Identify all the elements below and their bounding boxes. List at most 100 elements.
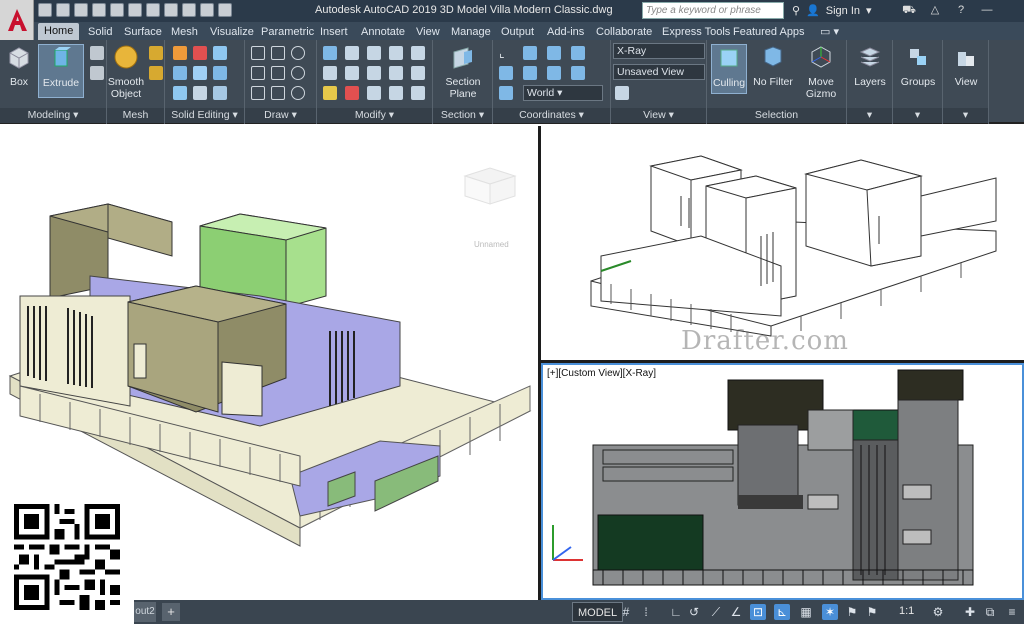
polysolid-icon[interactable]: [90, 46, 104, 60]
copy-icon[interactable]: [389, 46, 403, 60]
layers-panel-expander[interactable]: ▾: [847, 108, 892, 123]
thicken-icon[interactable]: [193, 66, 207, 80]
view-big-panel-expander[interactable]: ▾: [943, 108, 988, 123]
mirror-icon[interactable]: [389, 66, 403, 80]
tab-view[interactable]: View: [416, 24, 440, 40]
polygon-icon[interactable]: [251, 86, 265, 100]
minimize-icon[interactable]: —: [978, 2, 996, 18]
polyline-icon[interactable]: [271, 46, 285, 60]
chevron-down-icon[interactable]: ▾: [866, 4, 872, 17]
named-view-select[interactable]: Unsaved View: [613, 64, 705, 80]
print-icon[interactable]: [200, 3, 214, 17]
customization-icon[interactable]: ≡: [1004, 604, 1020, 620]
save-icon[interactable]: [74, 3, 88, 17]
object-snap-tracking-icon[interactable]: ∠: [728, 604, 744, 620]
modeling-panel-title[interactable]: Modeling ▾: [0, 108, 106, 123]
line-icon[interactable]: [251, 46, 265, 60]
slice-icon[interactable]: [173, 66, 187, 80]
separate-icon[interactable]: [193, 86, 207, 100]
cart-icon[interactable]: ⛟: [900, 2, 918, 18]
no-filter-button[interactable]: No Filter: [753, 44, 793, 88]
3d-align-icon[interactable]: [323, 66, 337, 80]
web-open-icon[interactable]: [110, 3, 124, 17]
snap-mode-icon[interactable]: ⁞: [638, 604, 654, 620]
ucs-object-icon[interactable]: [523, 66, 537, 80]
isodraft-icon[interactable]: ⟋: [708, 604, 724, 620]
ucs-3point-icon[interactable]: [499, 86, 513, 100]
ellipse-icon[interactable]: [291, 86, 305, 100]
tab-solid[interactable]: Solid: [88, 24, 112, 40]
redo-icon[interactable]: [182, 3, 196, 17]
fillet-edge-icon[interactable]: [213, 86, 227, 100]
rotate-icon[interactable]: [367, 66, 381, 80]
tab-mesh[interactable]: Mesh: [171, 24, 198, 40]
fillet-icon[interactable]: [411, 86, 425, 100]
ribbon-toggle-icon[interactable]: ▭ ▾: [820, 24, 839, 40]
annotation-monitor-icon[interactable]: ✚: [962, 604, 978, 620]
tab-parametric[interactable]: Parametric: [261, 24, 314, 40]
model-space-button[interactable]: MODEL: [572, 602, 624, 622]
offset-icon[interactable]: [367, 86, 381, 100]
object-snap-icon[interactable]: ⊡: [750, 604, 766, 620]
modify-panel-title[interactable]: Modify ▾: [317, 108, 432, 123]
section-panel-title[interactable]: Section ▾: [433, 108, 492, 123]
viewport-config-icon[interactable]: [615, 86, 629, 100]
web-save-icon[interactable]: [128, 3, 142, 17]
isolate-objects-icon[interactable]: ⧉: [982, 604, 998, 620]
selection-panel-title[interactable]: Selection: [707, 108, 846, 123]
annotation-scale[interactable]: 1:1: [899, 605, 914, 617]
grid-icon[interactable]: #: [618, 604, 634, 620]
sign-in-area[interactable]: ⚲ 👤 Sign In ▾: [792, 4, 872, 18]
rectangle-icon[interactable]: [271, 86, 285, 100]
workspace-gear-icon[interactable]: ⚙: [930, 604, 946, 620]
ortho-icon[interactable]: ∟: [668, 604, 684, 620]
tab-collaborate[interactable]: Collaborate: [596, 24, 652, 40]
selection-cycling-icon[interactable]: ▦: [798, 604, 814, 620]
explode-icon[interactable]: [389, 86, 403, 100]
tab-manage[interactable]: Manage: [451, 24, 491, 40]
customize-qat-icon[interactable]: [218, 3, 232, 17]
dynamic-ucs-icon[interactable]: ⊾: [774, 604, 790, 620]
tab-visualize[interactable]: Visualize: [210, 24, 254, 40]
viewport-hidden-lines[interactable]: Drafter.com: [541, 126, 1024, 360]
move-gizmo-button[interactable]: Move Gizmo: [801, 44, 841, 100]
3d-object-snap-icon[interactable]: ✶: [822, 604, 838, 620]
viewport-xray-active[interactable]: [+][Custom View][X-Ray]: [541, 363, 1024, 600]
3d-move-icon[interactable]: [323, 46, 337, 60]
undo-icon[interactable]: [164, 3, 178, 17]
layers-button[interactable]: Layers: [851, 44, 889, 88]
tab-insert[interactable]: Insert: [320, 24, 348, 40]
culling-button[interactable]: Culling: [711, 44, 747, 94]
presspull-icon[interactable]: [90, 66, 104, 80]
tab-home[interactable]: Home: [38, 23, 80, 40]
tab-add-ins[interactable]: Add-ins: [547, 24, 584, 40]
view-panel-title[interactable]: View ▾: [611, 108, 706, 123]
save-as-icon[interactable]: [92, 3, 106, 17]
extract-edges-icon[interactable]: [213, 66, 227, 80]
binoculars-icon[interactable]: ⚲: [792, 4, 800, 17]
add-layout-button[interactable]: +: [162, 603, 180, 621]
extrude-button[interactable]: Extrude: [38, 44, 84, 98]
intersect-icon[interactable]: [213, 46, 227, 60]
ucs-icon[interactable]: ⌞: [499, 46, 513, 60]
tab-surface[interactable]: Surface: [124, 24, 162, 40]
groups-button[interactable]: Groups: [898, 44, 938, 88]
viewport-label-custom-view-xray[interactable]: [+][Custom View][X-Ray]: [547, 368, 656, 379]
construction-line-icon[interactable]: [271, 66, 285, 80]
layout-tab[interactable]: out2: [134, 602, 156, 622]
ucs-x-icon[interactable]: [547, 46, 561, 60]
3d-rotate-icon[interactable]: [345, 46, 359, 60]
plot-icon[interactable]: [146, 3, 160, 17]
union-icon[interactable]: [173, 46, 187, 60]
ucs-world-select[interactable]: World ▾: [523, 85, 603, 101]
mesh-smooth-less-icon[interactable]: [149, 66, 163, 80]
polar-tracking-icon[interactable]: ↺: [686, 604, 702, 620]
annotation-visibility-icon[interactable]: ⚑: [844, 604, 860, 620]
spline-icon[interactable]: [251, 66, 265, 80]
stretch-icon[interactable]: [411, 46, 425, 60]
subtract-icon[interactable]: [193, 46, 207, 60]
mesh-smooth-more-icon[interactable]: [149, 46, 163, 60]
scale-icon[interactable]: [345, 86, 359, 100]
arc-icon[interactable]: [291, 46, 305, 60]
circle-icon[interactable]: [291, 66, 305, 80]
